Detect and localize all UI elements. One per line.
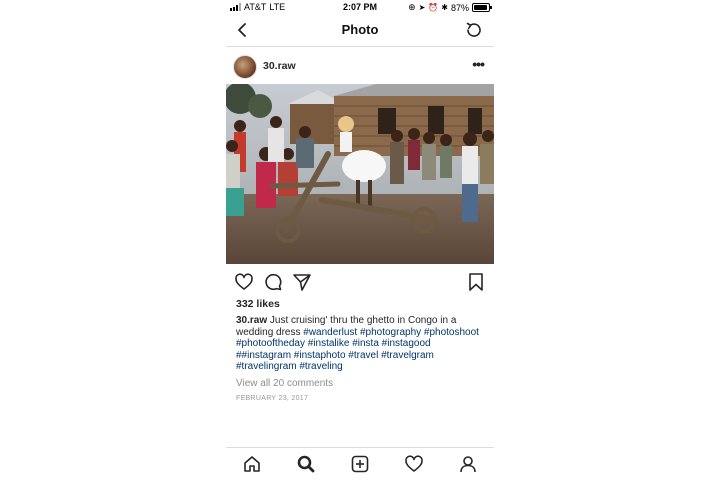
status-bar: AT&T LTE 2:07 PM ⊕ ➤ ⏰ ✱ 87% xyxy=(226,0,494,14)
tab-bar xyxy=(226,447,494,481)
avatar[interactable] xyxy=(233,55,257,79)
comment-icon[interactable] xyxy=(263,272,283,292)
heart-icon[interactable] xyxy=(234,272,254,292)
profile-icon[interactable] xyxy=(458,454,478,474)
home-icon[interactable] xyxy=(242,454,262,474)
view-comments-link[interactable]: View all 20 comments xyxy=(236,378,333,389)
search-icon[interactable] xyxy=(296,454,316,474)
post-username[interactable]: 30.raw xyxy=(263,60,296,72)
post-caption: 30.raw Just cruising' thru the ghetto in… xyxy=(236,315,486,373)
more-options-icon[interactable]: ••• xyxy=(472,56,485,72)
nav-bar: Photo xyxy=(226,14,494,47)
phone-screen: AT&T LTE 2:07 PM ⊕ ➤ ⏰ ✱ 87% Photo 30.ra… xyxy=(226,0,494,480)
rotation-lock-icon: ⊕ xyxy=(408,2,416,12)
status-right: ⊕ ➤ ⏰ ✱ 87% xyxy=(408,2,492,13)
photo-image xyxy=(226,84,494,264)
likes-count[interactable]: 332 likes xyxy=(236,298,280,310)
caption-username[interactable]: 30.raw xyxy=(236,315,267,326)
post-photo[interactable] xyxy=(226,84,494,264)
activity-heart-icon[interactable] xyxy=(404,454,424,474)
post-header: 30.raw ••• xyxy=(226,52,494,80)
refresh-icon[interactable] xyxy=(464,20,484,40)
post-date: FEBRUARY 23, 2017 xyxy=(236,395,309,402)
add-icon[interactable] xyxy=(350,454,370,474)
bookmark-icon[interactable] xyxy=(466,272,486,292)
page-title: Photo xyxy=(341,22,379,37)
alarm-icon: ⏰ xyxy=(428,3,439,12)
location-icon: ➤ xyxy=(418,3,426,12)
bluetooth-icon: ✱ xyxy=(441,3,448,12)
send-icon[interactable] xyxy=(292,272,312,292)
post-actions xyxy=(226,270,494,294)
battery-percent: 87% xyxy=(450,2,469,13)
battery-icon xyxy=(472,3,492,12)
